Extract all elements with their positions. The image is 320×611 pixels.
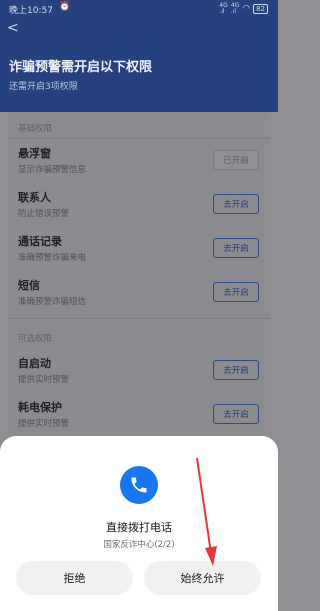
permission-title-autostart: 自启动 (18, 357, 51, 370)
always-allow-button[interactable]: 始终允许 (144, 561, 261, 595)
permission-title-sms: 短信 (18, 279, 40, 292)
battery-enable-button[interactable]: 去开启 (213, 404, 259, 424)
page-title: 诈骗预警需开启以下权限 (9, 60, 153, 75)
section-label-basic: 基础权限 (18, 124, 53, 134)
dialog-title: 直接拨打电话 (106, 521, 172, 534)
divider (8, 318, 271, 319)
header: 晚上10:57 ⏰ 4G .ıl 4G .ıl ◠ 82 < 诈骗预警需开启以下权限… (0, 0, 278, 112)
alarm-icon: ⏰ (59, 2, 71, 12)
autostart-enable-button[interactable]: 去开启 (213, 360, 259, 380)
signal-icon: 4G .ıl (219, 2, 228, 15)
deny-button[interactable]: 拒绝 (16, 561, 133, 595)
section-label-optional: 可选权限 (18, 334, 53, 344)
permission-title-calllog: 通话记录 (18, 235, 62, 248)
battery-icon: 82 (253, 4, 268, 14)
contacts-enable-button[interactable]: 去开启 (213, 194, 259, 214)
dialog-subtitle: 国家反诈中心(2/2) (103, 540, 175, 550)
floating-window-button[interactable]: 已开启 (213, 150, 259, 170)
wifi-icon: ◠ (242, 4, 251, 14)
permissions-card: 基础权限 悬浮窗 显示诈骗预警信息 已开启 联系人 防止错误预警 去开启 通话记… (8, 112, 271, 452)
permission-title-contacts: 联系人 (18, 191, 51, 204)
permission-desc-floating: 显示诈骗预警信息 (18, 165, 87, 175)
divider (8, 138, 271, 139)
permission-desc-sms: 准确预警诈骗短信 (18, 297, 87, 307)
back-button[interactable]: < (7, 20, 19, 36)
calllog-enable-button[interactable]: 去开启 (213, 238, 259, 258)
permission-desc-battery: 提供实时预警 (18, 419, 70, 429)
permission-dialog: 直接拨打电话 国家反诈中心(2/2) 拒绝 始终允许 (0, 436, 278, 611)
permission-desc-calllog: 准确预警诈骗来电 (18, 253, 87, 263)
permission-title-floating: 悬浮窗 (18, 147, 51, 160)
phone-icon (120, 466, 158, 504)
permission-title-battery: 耗电保护 (18, 401, 62, 414)
sms-enable-button[interactable]: 去开启 (213, 282, 259, 302)
status-bar: 晚上10:57 ⏰ 4G .ıl 4G .ıl ◠ 82 (0, 0, 278, 18)
permission-desc-contacts: 防止错误预警 (18, 209, 70, 219)
status-time: 晚上10:57 (9, 6, 53, 16)
signal-icon-2: 4G .ıl (230, 2, 240, 15)
page-subtitle: 还需开启3项权限 (9, 82, 78, 92)
permission-desc-autostart: 提供实时预警 (18, 375, 70, 385)
